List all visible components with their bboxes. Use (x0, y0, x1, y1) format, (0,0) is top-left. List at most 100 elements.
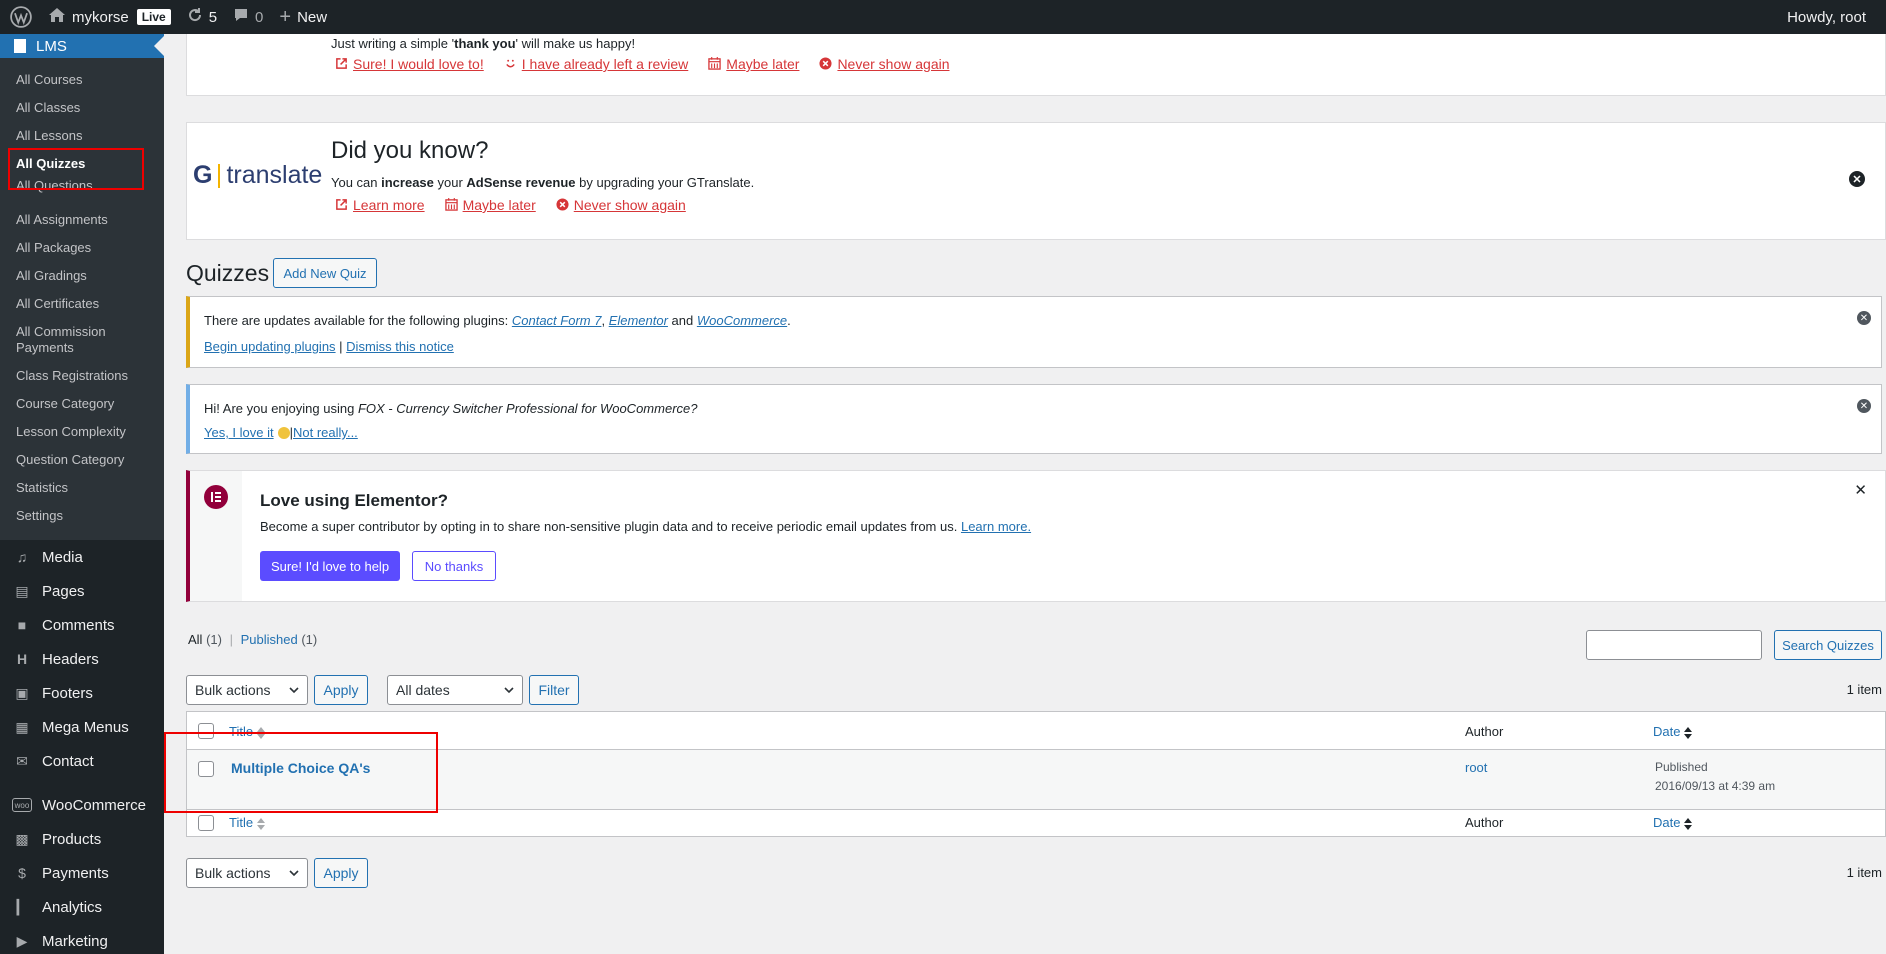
sidebar-item-label: Media (42, 548, 83, 566)
column-date-footer[interactable]: Date (1653, 815, 1693, 830)
new-content-link[interactable]: + New (271, 0, 335, 34)
gtranslate-logo: G translate (193, 161, 323, 189)
comments-link[interactable]: 0 (225, 0, 271, 34)
begin-updating-link[interactable]: Begin updating plugins (204, 339, 336, 354)
elementor-logo-icon (204, 485, 228, 509)
sidebar-item-footers[interactable]: ▣ Footers (0, 676, 164, 710)
sidebar-item-lms[interactable]: LMS (0, 34, 164, 58)
apply-button-bottom[interactable]: Apply (314, 858, 368, 888)
chevron-down-icon (504, 687, 514, 694)
quiz-author-link[interactable]: root (1465, 760, 1487, 775)
items-count-bottom: 1 item (1846, 865, 1882, 880)
sidebar-item-payments[interactable]: $ Payments (0, 856, 164, 890)
column-date-header[interactable]: Date (1653, 724, 1693, 739)
filter-all-link[interactable]: All (1) (188, 632, 222, 647)
submenu-question-category[interactable]: Question Category (0, 446, 164, 474)
submenu-all-lessons[interactable]: All Lessons (0, 122, 164, 150)
sidebar-item-headers[interactable]: H Headers (0, 642, 164, 676)
search-input[interactable] (1586, 630, 1762, 660)
plugin-link-elementor[interactable]: Elementor (609, 313, 668, 328)
submenu-all-assignments[interactable]: All Assignments (0, 206, 164, 234)
submenu-statistics[interactable]: Statistics (0, 474, 164, 502)
column-title-footer[interactable]: Title (229, 815, 266, 830)
search-quizzes-button[interactable]: Search Quizzes (1774, 630, 1882, 660)
gtranslate-maybe-later-link[interactable]: Maybe later (444, 197, 536, 213)
plugin-updates-notice: There are updates available for the foll… (186, 296, 1882, 368)
submenu-all-courses[interactable]: All Courses (0, 66, 164, 94)
elementor-title: Love using Elementor? (260, 491, 448, 510)
fox-yes-link[interactable]: Yes, I love it (204, 425, 274, 440)
apply-button-top[interactable]: Apply (314, 675, 368, 705)
dismiss-icon[interactable]: ✕ (1857, 311, 1871, 325)
review-already-left-link[interactable]: I have already left a review (504, 56, 688, 72)
sidebar-item-media[interactable]: ♫ Media (0, 540, 164, 574)
footers-icon: ▣ (15, 684, 29, 701)
live-badge: Live (136, 9, 171, 25)
gtranslate-close-icon[interactable]: ✕ (1849, 171, 1865, 187)
elementor-no-thanks-button[interactable]: No thanks (412, 551, 496, 581)
submenu-all-packages[interactable]: All Packages (0, 234, 164, 262)
products-icon: ▩ (15, 830, 29, 847)
submenu-all-commission-payments[interactable]: All Commission Payments (0, 318, 130, 362)
elementor-learn-more-link[interactable]: Learn more. (961, 519, 1031, 534)
dismiss-notice-link[interactable]: Dismiss this notice (346, 339, 454, 354)
plugin-updates-text: There are updates available for the foll… (204, 313, 791, 328)
external-link-icon (335, 198, 349, 212)
sidebar-item-label: Footers (42, 684, 93, 702)
select-all-checkbox-footer[interactable] (198, 815, 214, 831)
submenu-settings[interactable]: Settings (0, 502, 164, 530)
submenu-lesson-complexity[interactable]: Lesson Complexity (0, 418, 164, 446)
review-sure-link[interactable]: Sure! I would love to! (335, 56, 484, 72)
book-icon (14, 39, 26, 53)
elementor-close-icon[interactable]: ✕ (1854, 481, 1867, 499)
chevron-down-icon (289, 870, 299, 877)
woocommerce-icon: woo (12, 798, 32, 812)
all-dates-select[interactable]: All dates (387, 675, 523, 705)
sidebar-item-products[interactable]: ▩ Products (0, 822, 164, 856)
filter-published-link[interactable]: Published (1) (241, 632, 318, 647)
submenu-course-category[interactable]: Course Category (0, 390, 164, 418)
table-footer: Title Author Date (187, 810, 1885, 836)
howdy-account-link[interactable]: Howdy, root (1779, 0, 1886, 34)
table-row: Multiple Choice QA's root Published 2016… (187, 750, 1885, 810)
add-new-quiz-button[interactable]: Add New Quiz (273, 258, 377, 288)
submenu-all-classes[interactable]: All Classes (0, 94, 164, 122)
fox-notice-text: Hi! Are you enjoying using FOX - Currenc… (204, 401, 698, 416)
submenu-class-registrations[interactable]: Class Registrations (0, 362, 164, 390)
gtranslate-learn-more-link[interactable]: Learn more (335, 197, 425, 213)
elementor-opt-in-button[interactable]: Sure! I'd love to help (260, 551, 400, 581)
updates-link[interactable]: 5 (179, 0, 225, 34)
mega-menus-icon: ▦ (15, 718, 29, 735)
comments-count: 0 (255, 8, 264, 26)
review-never-show-link[interactable]: Never show again (819, 56, 950, 72)
filter-button[interactable]: Filter (529, 675, 579, 705)
wordpress-logo-icon[interactable] (0, 0, 40, 34)
sidebar-item-label: Contact (42, 752, 94, 770)
plugin-link-contact-form-7[interactable]: Contact Form 7 (512, 313, 602, 328)
fox-not-really-link[interactable]: Not really... (293, 425, 358, 440)
sidebar-item-mega-menus[interactable]: ▦ Mega Menus (0, 710, 164, 744)
review-maybe-later-link[interactable]: Maybe later (708, 56, 799, 72)
sidebar-item-contact[interactable]: ✉ Contact (0, 744, 164, 778)
sidebar-item-analytics[interactable]: ▎ Analytics (0, 890, 164, 924)
sidebar-item-label: Mega Menus (42, 718, 129, 736)
dismiss-icon[interactable]: ✕ (1857, 399, 1871, 413)
headers-icon: H (16, 651, 28, 667)
bulk-actions-select-top[interactable]: Bulk actions (186, 675, 308, 705)
submenu-all-gradings[interactable]: All Gradings (0, 262, 164, 290)
close-circle-icon (819, 57, 833, 71)
bulk-actions-select-bottom[interactable]: Bulk actions (186, 858, 308, 888)
comments-icon: ■ (17, 617, 27, 633)
sidebar-item-label: Marketing (42, 932, 108, 950)
site-name-link[interactable]: mykorse Live (40, 0, 179, 34)
smiley-icon (277, 426, 290, 439)
sidebar-item-woocommerce[interactable]: woo WooCommerce (0, 788, 164, 822)
plugin-link-woocommerce[interactable]: WooCommerce (697, 313, 787, 328)
sidebar-item-comments[interactable]: ■ Comments (0, 608, 164, 642)
sidebar-item-marketing[interactable]: ▶ Marketing (0, 924, 164, 954)
sidebar-item-pages[interactable]: ▤ Pages (0, 574, 164, 608)
submenu-all-certificates[interactable]: All Certificates (0, 290, 164, 318)
payments-icon: $ (18, 865, 26, 881)
gtranslate-never-show-link[interactable]: Never show again (556, 197, 686, 213)
site-name: mykorse (72, 8, 129, 26)
